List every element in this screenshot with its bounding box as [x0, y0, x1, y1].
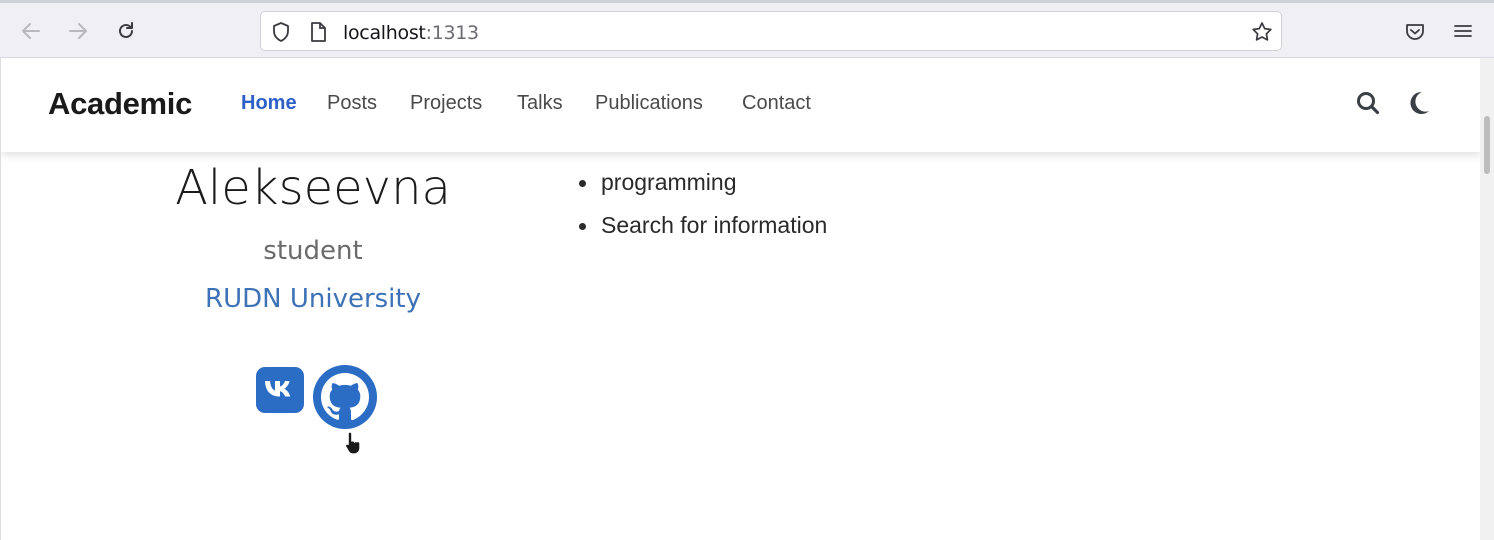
profile-name: Alekseevna [175, 160, 451, 216]
interest-item: programming [579, 161, 827, 204]
nav-home[interactable]: Home [241, 92, 297, 115]
url-bar[interactable]: localhost:1313 [260, 11, 1282, 51]
vk-icon[interactable] [255, 364, 305, 419]
github-icon[interactable] [312, 364, 378, 435]
bookmark-star-icon[interactable] [1251, 21, 1273, 48]
page-scrollbar[interactable] [1480, 58, 1494, 540]
profile-role: student [263, 236, 363, 266]
forward-icon[interactable] [62, 15, 94, 47]
profile-organization[interactable]: RUDN University [1, 284, 625, 314]
nav-contact[interactable]: Contact [742, 92, 811, 115]
pocket-icon[interactable] [1399, 15, 1431, 47]
site-navbar: Academic Home Posts Projects Talks Publi… [1, 58, 1480, 152]
interest-item: Search for information [579, 204, 827, 247]
nav-posts[interactable]: Posts [327, 92, 377, 115]
nav-publications[interactable]: Publications [595, 92, 703, 115]
hand-cursor-icon [344, 430, 366, 461]
back-icon[interactable] [15, 15, 47, 47]
page-icon[interactable] [309, 21, 327, 48]
moon-icon[interactable] [1407, 90, 1431, 121]
browser-toolbar: localhost:1313 [0, 0, 1494, 58]
nav-talks[interactable]: Talks [517, 92, 563, 115]
url-text[interactable]: localhost:1313 [343, 22, 479, 44]
search-icon[interactable] [1355, 90, 1381, 121]
page-viewport: Academic Home Posts Projects Talks Publi… [0, 58, 1480, 540]
shield-icon[interactable] [271, 21, 291, 48]
scrollbar-thumb[interactable] [1484, 116, 1490, 174]
nav-projects[interactable]: Projects [410, 92, 482, 115]
menu-icon[interactable] [1447, 15, 1479, 47]
url-host: localhost [343, 22, 426, 44]
url-port: :1313 [425, 22, 480, 44]
reload-icon[interactable] [110, 15, 142, 47]
site-brand[interactable]: Academic [48, 86, 192, 122]
